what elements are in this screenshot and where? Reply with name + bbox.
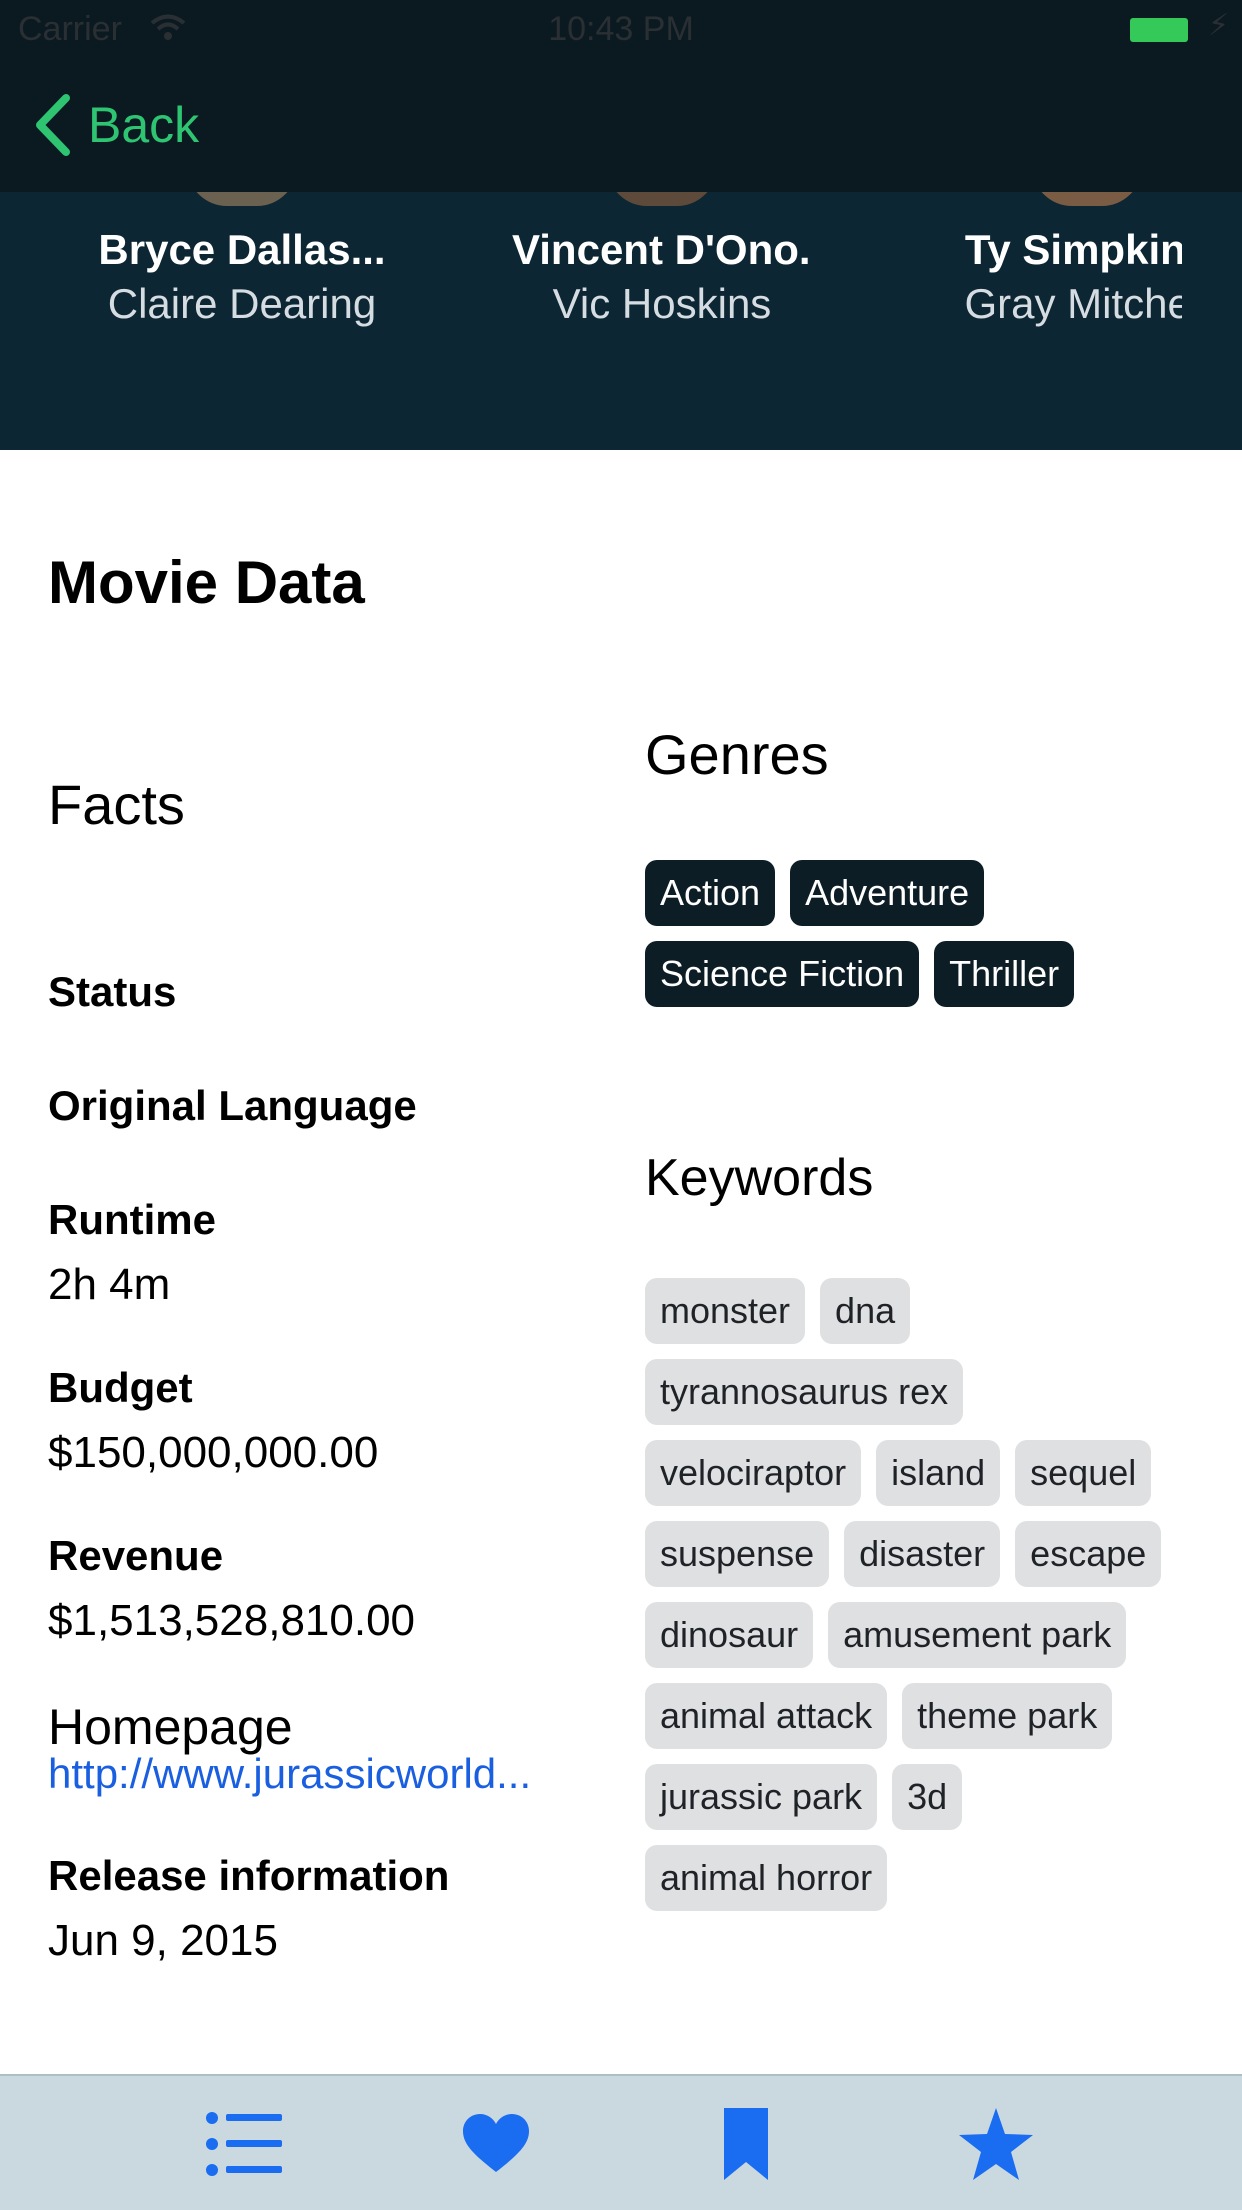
- homepage-label: Homepage: [48, 1699, 293, 1755]
- cast-member[interactable]: Bryce Dallas... Claire Dearing: [92, 192, 392, 450]
- avatar: [607, 192, 717, 206]
- navigation-bar: Back: [0, 60, 1242, 192]
- original-language-label: Original Language: [48, 1082, 417, 1129]
- revenue-label: Revenue: [48, 1532, 224, 1579]
- keyword-tag[interactable]: theme park: [902, 1683, 1113, 1749]
- charging-icon: ⚡: [1208, 9, 1230, 42]
- bookmark-icon: [724, 2108, 768, 2180]
- status-label: Status: [48, 968, 177, 1015]
- keyword-tag[interactable]: jurassic park: [645, 1764, 878, 1830]
- cast-role: Vic Hoskins: [552, 280, 772, 327]
- cast-role: Gray Mitchell: [964, 280, 1182, 327]
- budget-value: $150,000,000.00: [48, 1428, 379, 1477]
- keyword-tag[interactable]: sequel: [1015, 1440, 1152, 1506]
- star-icon: [959, 2108, 1033, 2180]
- keyword-tag[interactable]: escape: [1015, 1521, 1162, 1587]
- avatar: [1032, 192, 1142, 206]
- genre-tag[interactable]: Adventure: [790, 860, 985, 926]
- keyword-tag[interactable]: amusement park: [828, 1602, 1127, 1668]
- keywords-heading: Keywords: [645, 1149, 874, 1207]
- genres-heading: Genres: [645, 723, 829, 786]
- keyword-tag[interactable]: 3d: [892, 1764, 963, 1830]
- page-title: Movie Data: [48, 549, 365, 616]
- clock: 10:43 PM: [548, 10, 694, 48]
- tab-ratings[interactable]: [956, 2104, 1036, 2184]
- tab-favorites[interactable]: [456, 2104, 536, 2184]
- keyword-tag[interactable]: suspense: [645, 1521, 830, 1587]
- genre-tag[interactable]: Action: [645, 860, 776, 926]
- cast-name: Vincent D'Ono...: [512, 226, 812, 273]
- chevron-left-icon: [36, 94, 70, 156]
- cast-name: Bryce Dallas...: [98, 226, 386, 273]
- avatar: [187, 192, 297, 206]
- cast-carousel[interactable]: Bryce Dallas... Claire Dearing Vincent D…: [0, 192, 1242, 450]
- revenue-value: $1,513,528,810.00: [48, 1596, 416, 1645]
- keyword-tag[interactable]: velociraptor: [645, 1440, 862, 1506]
- keyword-tag[interactable]: animal attack: [645, 1683, 888, 1749]
- list-icon: [206, 2112, 282, 2176]
- runtime-label: Runtime: [48, 1196, 216, 1243]
- cast-member[interactable]: Ty Simpkins Gray Mitchell: [932, 192, 1182, 450]
- battery-icon: [1130, 18, 1188, 42]
- keyword-tag[interactable]: tyrannosaurus rex: [645, 1359, 964, 1425]
- keyword-tag[interactable]: monster: [645, 1278, 806, 1344]
- release-info-label: Release information: [48, 1852, 450, 1899]
- cast-role: Claire Dearing: [107, 280, 377, 327]
- keyword-tag[interactable]: animal horror: [645, 1845, 888, 1911]
- release-date-value: Jun 9, 2015: [48, 1916, 278, 1965]
- budget-label: Budget: [48, 1364, 193, 1411]
- keyword-tag[interactable]: dna: [820, 1278, 911, 1344]
- cast-member[interactable]: Vincent D'Ono... Vic Hoskins: [512, 192, 812, 450]
- heart-icon: [463, 2114, 529, 2172]
- keyword-tag[interactable]: disaster: [844, 1521, 1001, 1587]
- keyword-tag[interactable]: dinosaur: [645, 1602, 814, 1668]
- tab-list[interactable]: [205, 2104, 285, 2184]
- runtime-value: 2h 4m: [48, 1260, 171, 1309]
- back-button[interactable]: Back: [34, 90, 199, 160]
- status-bar: Carrier 10:43 PM ⚡: [0, 0, 1242, 60]
- homepage-link[interactable]: http://www.jurassicworld...: [48, 1750, 598, 1798]
- genre-tag[interactable]: Science Fiction: [645, 941, 920, 1007]
- facts-heading: Facts: [48, 773, 185, 836]
- genre-tags: Action Adventure Science Fiction Thrille…: [645, 860, 1205, 1022]
- tab-bar: [0, 2074, 1242, 2210]
- tab-watchlist[interactable]: [706, 2104, 786, 2184]
- keyword-tag[interactable]: island: [876, 1440, 1001, 1506]
- cast-name: Ty Simpkins: [964, 226, 1182, 273]
- genre-tag[interactable]: Thriller: [934, 941, 1075, 1007]
- back-label: Back: [88, 97, 200, 153]
- keyword-tags: monster dna tyrannosaurus rex velocirapt…: [645, 1278, 1205, 1926]
